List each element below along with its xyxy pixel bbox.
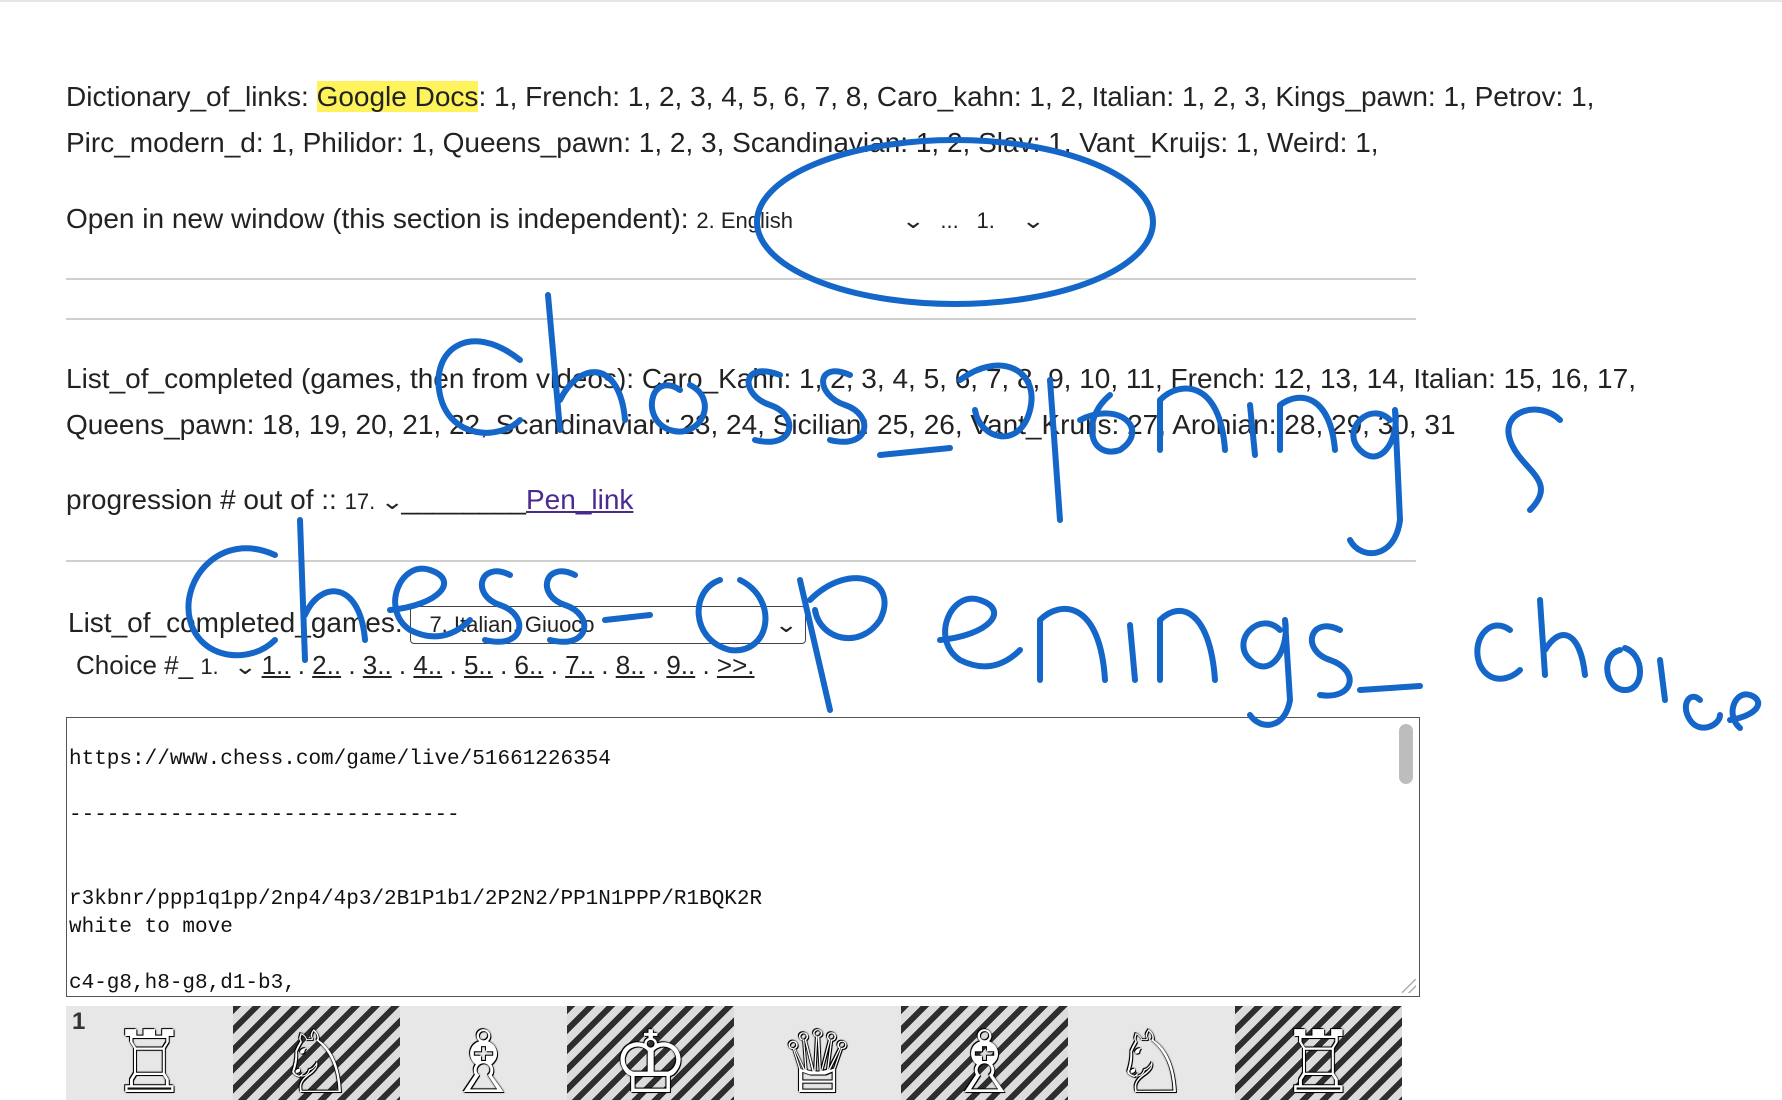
ink-stroke bbox=[1309, 623, 1353, 699]
ink-stroke bbox=[649, 382, 708, 435]
ink-stroke bbox=[435, 338, 523, 436]
ink-stroke bbox=[1537, 597, 1588, 678]
ink-stroke bbox=[745, 368, 793, 445]
ink-stroke bbox=[937, 595, 1023, 670]
ink-stroke bbox=[1127, 622, 1138, 683]
ink-stroke bbox=[820, 368, 868, 445]
ink-stroke bbox=[185, 545, 278, 659]
ink-stroke bbox=[957, 362, 1063, 523]
ink-stroke bbox=[1247, 394, 1338, 458]
ink-stroke bbox=[1240, 617, 1293, 728]
ink-stroke bbox=[479, 568, 523, 645]
handwriting-overlay bbox=[185, 137, 1762, 731]
ink-stroke bbox=[1505, 406, 1563, 513]
ink-stroke bbox=[602, 612, 653, 623]
ink-stroke bbox=[1474, 622, 1523, 682]
ink-stroke bbox=[387, 565, 473, 640]
ink-stroke bbox=[1157, 608, 1218, 683]
ink-stroke bbox=[1157, 385, 1228, 453]
ink-stroke bbox=[1682, 693, 1723, 731]
ink-stroke bbox=[797, 575, 888, 713]
ink-stroke bbox=[544, 568, 588, 645]
ink-stroke bbox=[545, 292, 628, 433]
ink-stroke bbox=[1347, 407, 1403, 557]
ink-stroke bbox=[695, 577, 769, 654]
ink-stroke bbox=[1604, 645, 1643, 693]
ink-stroke bbox=[297, 517, 368, 663]
ink-circle bbox=[754, 137, 1156, 307]
ink-stroke bbox=[1357, 683, 1423, 693]
ink-stroke bbox=[1727, 691, 1762, 731]
ink-stroke bbox=[877, 445, 953, 458]
ink-stroke bbox=[1657, 657, 1668, 703]
ink-stroke bbox=[1077, 392, 1136, 455]
ink-stroke bbox=[1037, 605, 1108, 683]
